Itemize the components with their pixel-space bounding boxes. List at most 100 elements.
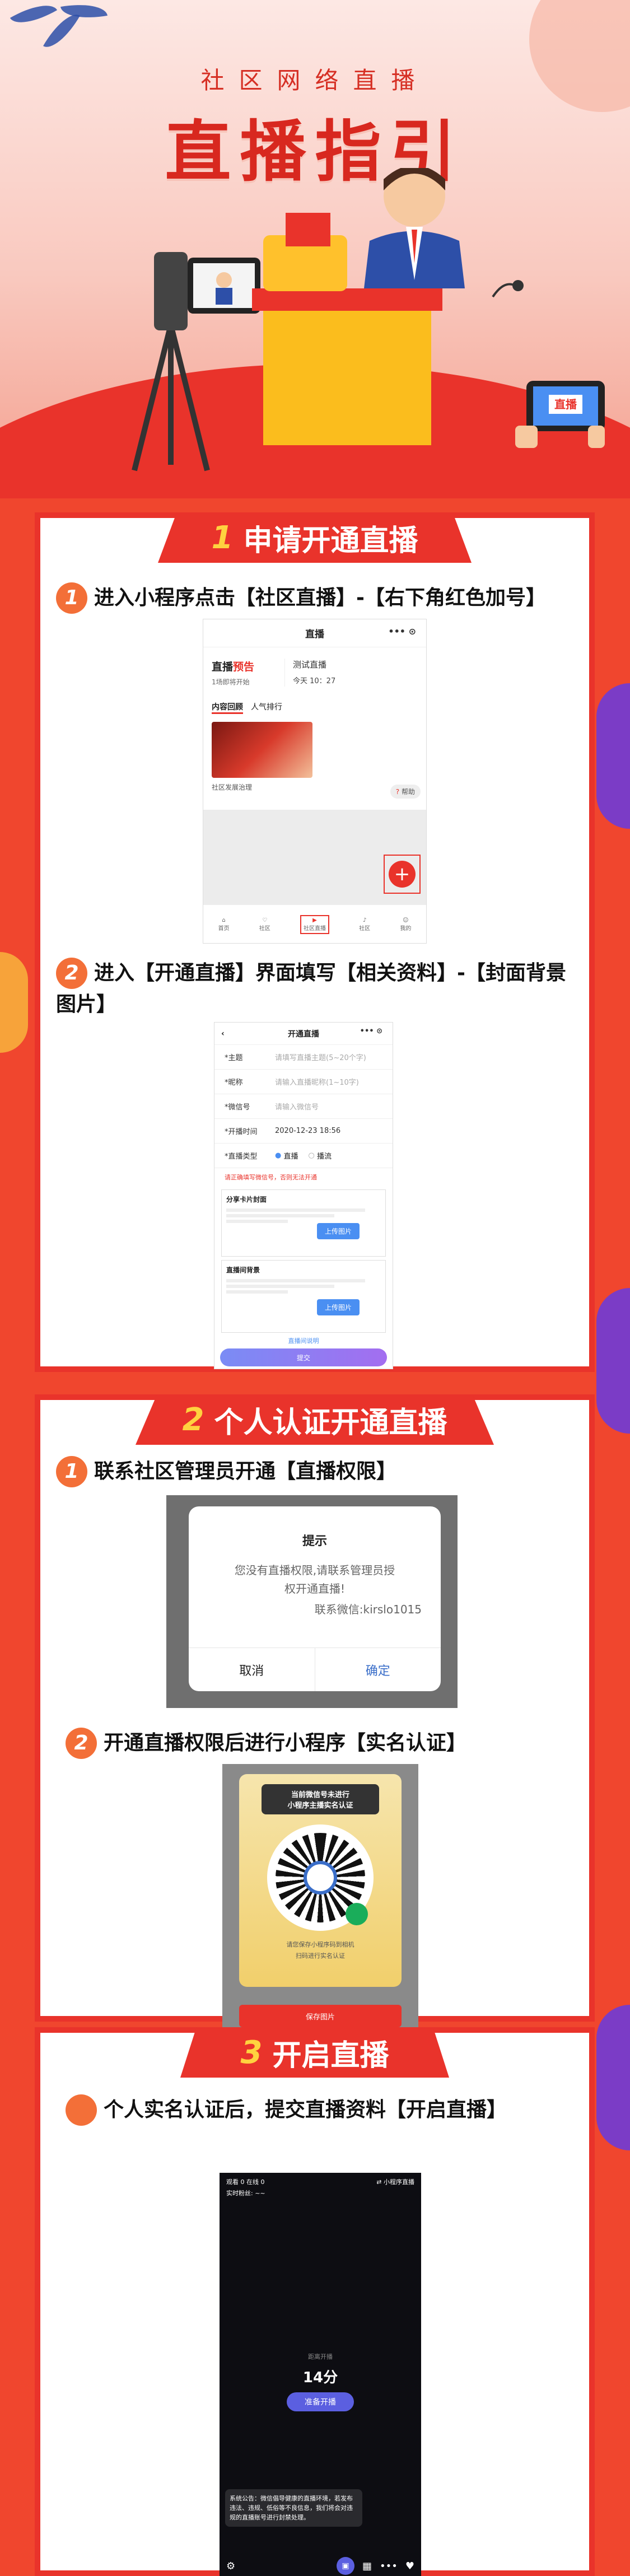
step-number: 1 (56, 1456, 87, 1487)
nav-home[interactable]: ⌂ 首页 (218, 917, 230, 932)
radio-icon[interactable]: ○ (309, 1151, 315, 1160)
camera-tripod-icon (132, 252, 260, 472)
add-live-button[interactable]: + (389, 861, 416, 888)
step-number: 2 (56, 958, 87, 989)
upload-button[interactable]: 上传图片 (316, 1299, 360, 1315)
side-decoration (596, 683, 630, 829)
back-icon[interactable]: ‹ (221, 1029, 225, 1038)
capsule-menu-icon[interactable]: ••• ⊙ (360, 1027, 382, 1035)
cover-title: 直播间背景 (226, 1266, 260, 1274)
start-live-button[interactable]: 准备开播 (287, 2392, 354, 2411)
step-number: 1 (56, 582, 87, 614)
goods-icon[interactable]: ▣ (336, 2557, 354, 2575)
phone-screenshot-home: 直播 ••• ⊙ 直播预告 1场即将开始 测试直播 今天 10：27 内容回顾 … (203, 619, 427, 944)
dialog-body: 您没有直播权限,请联系管理员授 (234, 1564, 395, 1577)
preview-title[interactable]: 测试直播 (293, 659, 335, 670)
dialog-screenshot: 提示 您没有直播权限,请联系管理员授 权开通直播! 联系微信:kirslo101… (166, 1495, 458, 1708)
help-icon: ? (395, 788, 400, 796)
section-title: 开启直播 (272, 2038, 389, 2073)
grid-icon[interactable]: ▦ (362, 2560, 372, 2572)
qr-header: 当前微信号未进行 小程序主播实名认证 (262, 1784, 379, 1814)
section-title: 个人认证开通直播 (214, 1406, 447, 1440)
link-icon: ⇄ (376, 2178, 384, 2186)
permission-dialog: 提示 您没有直播权限,请联系管理员授 权开通直播! 联系微信:kirslo101… (189, 1506, 441, 1691)
dialog-actions: 取消 确定 (189, 1648, 441, 1691)
step-2-2: 2 开通直播权限后进行小程序【实名认证】 (66, 1728, 570, 1759)
countdown-label: 距离开播 (308, 2353, 333, 2360)
step-1-1: 1 进入小程序点击【社区直播】-【右下角红色加号】 (56, 582, 582, 614)
type-field: *直播类型 ● 直播 ○ 播流 (214, 1144, 393, 1168)
form-field[interactable]: *微信号 请输入微信号 (214, 1094, 393, 1119)
dialog-contact: 联系微信:kirslo1015 (314, 1603, 422, 1616)
submit-button[interactable]: 提交 (220, 1348, 387, 1366)
confirm-button[interactable]: 确定 (315, 1648, 441, 1691)
step-2-1: 1 联系社区管理员开通【直播权限】 (56, 1456, 560, 1487)
mini-live-label: ⇄ 小程序直播 (376, 2178, 414, 2186)
save-image-button[interactable]: 保存图片 (239, 2005, 402, 2027)
user-icon: ☺ (403, 917, 409, 923)
live-toolbar: ⚙ ▣ ▦ ••• ♥ (220, 2555, 421, 2576)
preview-brand-sub: 1场即将开始 (212, 678, 250, 686)
upload-button[interactable]: 上传图片 (316, 1223, 360, 1239)
qr-card: 当前微信号未进行 小程序主播实名认证 请您保存小程序码到相机 扫码进行实名认证 (239, 1774, 402, 1987)
section-number: 1 (211, 519, 234, 556)
warning-text: 请正确填写微信号，否则无法开通 (225, 1174, 317, 1181)
more-icon[interactable]: ••• (380, 2560, 398, 2572)
preview-brand: 直播预告 (212, 661, 255, 673)
form-field[interactable]: *昵称 请输入直播昵称(1~10字) (214, 1070, 393, 1094)
form-field[interactable]: *开播时间 2020-12-23 18:56 (214, 1119, 393, 1144)
section-number: 2 (182, 1401, 204, 1438)
settings-icon[interactable]: ⚙ (226, 2560, 235, 2572)
qr-footnote: 扫码进行实名认证 (296, 1952, 345, 1959)
tab-bar: 内容回顾 人气排行 (203, 687, 426, 714)
nav-mine[interactable]: ☺ 我的 (400, 917, 411, 932)
content-card-image[interactable] (212, 722, 312, 778)
step-3-1: 个人实名认证后，提交直播资料【开启直播】 (66, 2094, 570, 2126)
qr-code-icon (267, 1824, 374, 1931)
phone-title: 开通直播 (288, 1029, 319, 1039)
anchor-illustration: 直播 (132, 168, 605, 472)
hero-subtitle: 社区网络直播 (200, 67, 430, 94)
music-icon: ♪ (362, 917, 367, 923)
add-live-highlight: + (384, 855, 421, 894)
help-button[interactable]: ? 帮助 (390, 785, 421, 799)
section-number: 3 (240, 2034, 263, 2071)
step-text: 进入小程序点击【社区直播】-【右下角红色加号】 (94, 586, 546, 609)
step-text: 进入【开通直播】界面填写【相关资料】-【封面背景图片】 (56, 962, 566, 1016)
step-number: 2 (66, 1728, 97, 1759)
live-phone-screenshot: 观看 0 在线 0 ⇄ 小程序直播 实时粉丝: ~~ 距离开播 14分 准备开播… (220, 2173, 421, 2576)
section-1-panel: 1 申请开通直播 1 进入小程序点击【社区直播】-【右下角红色加号】 直播 •••… (35, 512, 595, 1372)
cover-card-share: 分享卡片封面 上传图片 (221, 1189, 386, 1257)
preview-row: 直播预告 1场即将开始 测试直播 今天 10：27 (203, 647, 426, 687)
radio-checked-icon[interactable]: ● (275, 1151, 281, 1160)
community-icon: ♡ (262, 917, 268, 923)
svg-text:直播: 直播 (554, 398, 577, 411)
dialog-body: 权开通直播! (284, 1582, 346, 1595)
capsule-menu-icon[interactable]: ••• ⊙ (388, 626, 416, 637)
section-1-heading: 1 申请开通直播 (158, 512, 472, 563)
phone-title-bar: 直播 ••• ⊙ (203, 619, 426, 647)
tab-ranking[interactable]: 人气排行 (251, 701, 282, 714)
step-text: 开通直播权限后进行小程序【实名认证】 (104, 1732, 467, 1754)
nav-douyin[interactable]: ♪ 社区 (359, 917, 370, 932)
phone-screenshot-apply: ‹ 开通直播 ••• ⊙ *主题 请填写直播主题(5~20个字) *昵称 请输入直播… (214, 1022, 393, 1369)
step-text: 个人实名认证后，提交直播资料【开启直播】 (104, 2098, 507, 2121)
section-3-panel: 3 开启直播 个人实名认证后，提交直播资料【开启直播】 观看 0 在线 0 ⇄ … (35, 2027, 595, 2576)
section-2-panel: 2 个人认证开通直播 1 联系社区管理员开通【直播权限】 提示 您没有直播权限,请… (35, 1394, 595, 2027)
phone-title-bar: ‹ 开通直播 ••• ⊙ (214, 1023, 393, 1045)
description-link[interactable]: 直播间说明 (214, 1336, 393, 1345)
side-decoration (596, 1288, 630, 1434)
tab-review[interactable]: 内容回顾 (212, 701, 243, 714)
qr-footnote: 请您保存小程序码到相机 (286, 1941, 354, 1948)
home-icon: ⌂ (222, 917, 226, 923)
form-field[interactable]: *主题 请填写直播主题(5~20个字) (214, 1045, 393, 1070)
cancel-button[interactable]: 取消 (189, 1648, 315, 1691)
cover-title: 分享卡片封面 (226, 1196, 267, 1203)
nav-community[interactable]: ♡ 社区 (259, 917, 270, 932)
like-icon[interactable]: ♥ (405, 2560, 414, 2572)
section-3-heading: 3 开启直播 (180, 2027, 449, 2078)
hero-banner: 社区网络直播 直播指引 直播 (0, 0, 630, 498)
nav-live[interactable]: ▶ 社区直播 (300, 915, 329, 934)
fans-count: 实时粉丝: ~~ (226, 2190, 265, 2197)
preview-time: 今天 10：27 (293, 677, 336, 685)
